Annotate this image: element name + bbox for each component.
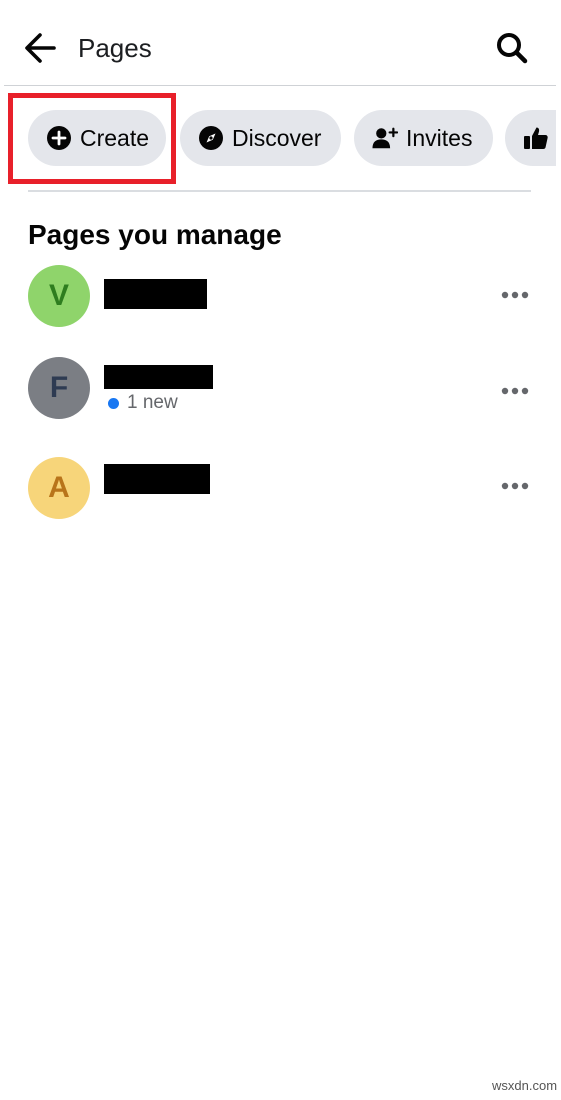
new-dot [108,397,119,409]
more-horizontal-icon [501,291,529,299]
more-options-button[interactable] [496,377,534,405]
top-app-bar: Pages [4,0,556,86]
watermark: wsxdn.com [492,1078,558,1093]
new-activity-indicator: 1 new [108,391,178,415]
create-highlight-box [8,93,176,184]
liked-pages-chip[interactable] [505,110,556,166]
redacted-page-name [104,464,210,494]
page-title: Pages [78,33,152,63]
avatar: F [28,357,90,419]
person-add-icon [372,125,398,151]
search-icon [497,33,528,64]
redacted-page-name [104,279,207,309]
redacted-page-name [104,365,213,389]
compass-icon [198,125,224,151]
section-title: Pages you manage [28,219,282,250]
new-count-label: 1 new [127,392,178,413]
avatar: V [28,265,90,327]
avatar: A [28,457,90,519]
managed-page-row[interactable]: V [0,255,556,335]
thumbs-up-icon [523,125,549,151]
more-options-button[interactable] [496,281,534,309]
discover-chip-label: Discover [232,124,322,151]
divider [28,190,531,192]
more-options-button[interactable] [496,472,534,500]
managed-page-row[interactable]: A [0,447,556,527]
search-button[interactable] [492,28,532,68]
invites-chip[interactable]: Invites [354,110,493,166]
more-horizontal-icon [501,387,529,395]
more-horizontal-icon [501,482,529,490]
discover-chip[interactable]: Discover [180,110,341,166]
back-button[interactable] [20,28,60,68]
managed-page-row[interactable]: F 1 new [0,347,556,427]
invites-chip-label: Invites [406,124,473,151]
arrow-left-icon [25,33,56,63]
